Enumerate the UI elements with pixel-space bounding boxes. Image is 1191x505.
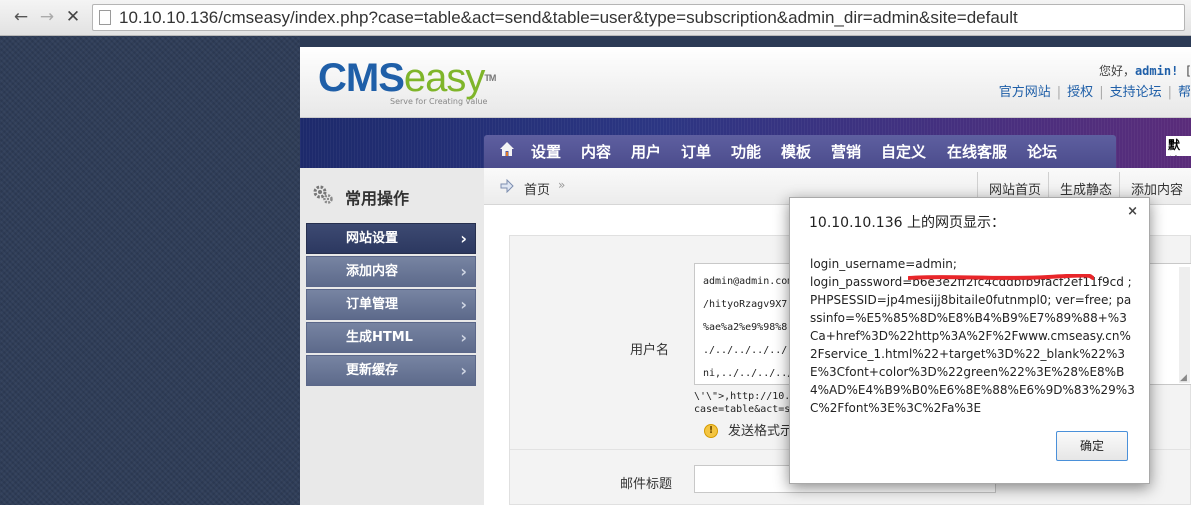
sidebar-item-update-cache[interactable]: 更新缓存 › [306,355,476,386]
sidebar: 常用操作 网站设置 › 添加内容 › 订单管理 › 生成HTML › 更新缓存 › [300,168,484,505]
menu-templates[interactable]: 模板 [781,141,811,162]
menu-settings[interactable]: 设置 [531,141,561,162]
arrow-right-icon [500,179,514,193]
menu-users[interactable]: 用户 [631,141,661,162]
back-button[interactable]: ← [10,6,32,28]
page-background [0,36,300,505]
site-header: CMSeasyTM Serve for Creating value 您好，ad… [300,47,1191,118]
gears-icon [313,185,333,204]
chevron-right-icon: › [460,295,467,314]
sidebar-header: 常用操作 [300,168,484,214]
menu-content[interactable]: 内容 [581,141,611,162]
menu-orders[interactable]: 订单 [681,141,711,162]
url-text: 10.10.10.136/cmseasy/index.php?case=tabl… [119,8,1018,27]
resize-grip-icon[interactable]: ◢ [1180,373,1187,383]
site-select[interactable]: 默认 [1166,136,1191,156]
menu-custom[interactable]: 自定义 [881,141,926,162]
menu-marketing[interactable]: 营销 [831,141,861,162]
chevron-right-icon: › [460,361,467,380]
sidebar-item-orders[interactable]: 订单管理 › [306,289,476,320]
breadcrumb-home[interactable]: 首页 [524,179,550,198]
textarea-overflow-text: \'\">,http://10. case=table&act=s [694,391,791,415]
username: admin! [1134,64,1179,78]
format-hint: 发送格式示 [728,424,794,439]
alert-dialog: 10.10.10.136 上的网页显示： × login_username=ad… [789,197,1150,484]
link-add-content[interactable]: 添加内容 [1131,179,1183,198]
breadcrumb-separator: » [558,178,566,192]
main-menu: 设置 内容 用户 订单 功能 模板 营销 自定义 在线客服 论坛 [484,135,1116,168]
header-links: 官方网站 | 授权 | 支持论坛 | 帮 [998,85,1191,100]
sidebar-item-generate-html[interactable]: 生成HTML › [306,322,476,353]
chevron-right-icon: › [460,229,467,248]
browser-toolbar: ← → ✕ 10.10.10.136/cmseasy/index.php?cas… [0,0,1191,36]
subject-label: 邮件标题 [620,477,673,492]
textarea-scrollbar[interactable] [1179,267,1190,383]
warning-icon: ! [704,424,718,438]
link-forum[interactable]: 支持论坛 [1110,85,1162,100]
link-license[interactable]: 授权 [1067,85,1093,100]
menu-functions[interactable]: 功能 [731,141,761,162]
chevron-right-icon: › [460,262,467,281]
cmseasy-logo: CMSeasyTM Serve for Creating value [318,56,496,106]
home-icon[interactable] [499,141,515,157]
stop-button[interactable]: ✕ [62,6,84,28]
menu-online-service[interactable]: 在线客服 [947,141,1007,162]
sidebar-item-site-settings[interactable]: 网站设置 › [306,223,476,254]
sidebar-item-add-content[interactable]: 添加内容 › [306,256,476,287]
main-menu-bar: 设置 内容 用户 订单 功能 模板 营销 自定义 在线客服 论坛 [300,118,1191,168]
close-icon[interactable]: × [1127,204,1138,219]
page-icon [99,10,111,25]
dialog-title: 10.10.10.136 上的网页显示： [809,215,1005,231]
menu-forum[interactable]: 论坛 [1027,141,1057,162]
link-official-site[interactable]: 官方网站 [999,85,1051,100]
redaction-scribble [908,274,1094,280]
address-bar[interactable]: 10.10.10.136/cmseasy/index.php?case=tabl… [92,4,1185,31]
link-site-home[interactable]: 网站首页 [989,179,1041,198]
forward-button[interactable]: → [36,6,58,28]
link-help[interactable]: 帮 [1178,85,1191,100]
ok-button[interactable]: 确定 [1056,431,1128,461]
greeting: 您好，admin![ [1098,64,1191,78]
link-generate-static[interactable]: 生成静态 [1060,179,1112,198]
username-label: 用户名 [630,343,670,358]
sidebar-title: 常用操作 [345,189,410,208]
chevron-right-icon: › [460,328,467,347]
